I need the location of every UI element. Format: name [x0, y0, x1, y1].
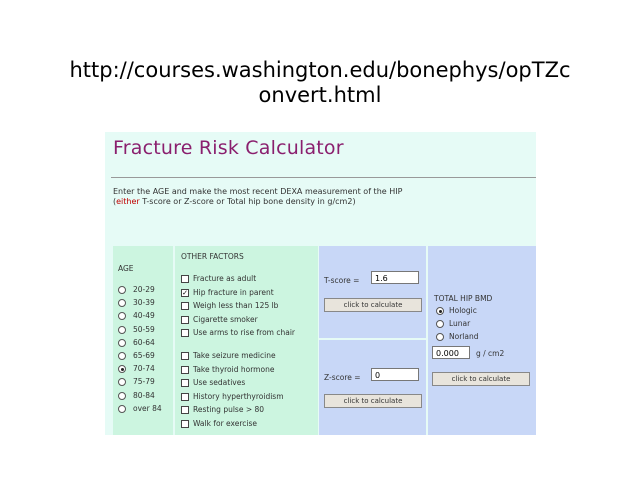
calculator-screenshot: Fracture Risk Calculator Enter the AGE a… — [105, 132, 536, 435]
slide-title: http://courses.washington.edu/bonephys/o… — [0, 58, 640, 108]
age-option-label: over 84 — [133, 403, 162, 413]
risk-factors-panel: OTHER FACTORS Fracture as adult ✓ Hip frac… — [175, 246, 318, 435]
risk-factor-label: Take thyroid hormone — [193, 364, 275, 374]
tscore-label: T-score = — [324, 276, 360, 285]
tscore-input[interactable]: 1.6 — [371, 271, 419, 284]
risk-factor-label: Fracture as adult — [193, 274, 257, 283]
risk-factor-label: Use arms to rise from chair — [193, 328, 296, 338]
risk-factor-label: Resting pulse > 80 — [193, 405, 265, 415]
instruction-emphasis: either — [116, 197, 140, 206]
title-divider — [111, 177, 536, 178]
zscore-panel: Z-score = 0 click to calculate — [319, 340, 426, 435]
risk-factor-label: History hyperthyroidism — [193, 391, 284, 401]
age-option-label: 20-29 — [133, 285, 155, 294]
bmd-units: g / cm2 — [476, 349, 505, 358]
age-radio[interactable] — [118, 391, 126, 400]
bmd-panel: TOTAL HIP BMD Hologic Lunar Norland 0.000 … — [428, 246, 536, 435]
slide-url-line1: http://courses.washington.edu/bonephys/o… — [69, 58, 571, 82]
risk-factor-checkbox[interactable] — [181, 329, 189, 338]
risk-factor-checkbox[interactable] — [181, 420, 189, 428]
age-label: AGE — [118, 264, 134, 273]
risk-factor-checkbox[interactable] — [181, 406, 189, 415]
age-radio[interactable] — [118, 352, 126, 360]
age-option-label: 70-74 — [133, 364, 155, 374]
risk-factor-checkbox[interactable] — [181, 365, 189, 374]
risk-factors-label: OTHER FACTORS — [181, 252, 244, 261]
age-option-label: 30-39 — [133, 298, 155, 308]
bmd-machine-radio[interactable] — [436, 307, 444, 315]
zscore-calculate-button[interactable]: click to calculate — [324, 394, 422, 408]
risk-factor-checkbox[interactable] — [181, 352, 189, 360]
risk-factor-checkbox[interactable] — [181, 302, 189, 311]
tscore-calculate-button[interactable]: click to calculate — [324, 298, 422, 312]
zscore-label: Z-score = — [324, 373, 361, 382]
age-radio[interactable] — [118, 286, 126, 294]
age-option-label: 50-59 — [133, 324, 155, 334]
age-radio[interactable] — [118, 378, 126, 387]
risk-factor-checkbox[interactable] — [181, 392, 189, 401]
risk-factor-label: Hip fracture in parent — [193, 287, 274, 297]
age-panel: AGE 20-29 30-39 40-49 50-59 60-64 65-69 70-74 7… — [113, 246, 173, 435]
bmd-machine-label: Norland — [449, 332, 479, 341]
zscore-input[interactable]: 0 — [371, 368, 419, 381]
age-option-label: 80-84 — [133, 390, 155, 400]
age-radio[interactable] — [118, 299, 126, 308]
risk-factor-label: Cigarette smoker — [193, 314, 258, 324]
risk-factor-label: Take seizure medicine — [193, 351, 276, 360]
risk-factor-checkbox[interactable]: ✓ — [181, 288, 189, 297]
bmd-machine-label: Hologic — [449, 306, 477, 315]
risk-factor-label: Weigh less than 125 lb — [193, 301, 279, 311]
age-radio[interactable] — [118, 325, 126, 334]
age-option-label: 75-79 — [133, 377, 155, 387]
risk-factor-checkbox[interactable] — [181, 379, 189, 388]
instruction-line2: (either T-score or Z-score or Total hip … — [113, 197, 356, 206]
age-option-label: 65-69 — [133, 351, 155, 360]
age-option-label: 40-49 — [133, 311, 155, 321]
age-radio[interactable] — [118, 365, 126, 374]
calculator-title: Fracture Risk Calculator — [113, 137, 344, 159]
age-radio[interactable] — [118, 338, 126, 347]
bmd-machine-label: Lunar — [449, 319, 471, 328]
bmd-input[interactable]: 0.000 — [432, 346, 470, 359]
risk-factor-checkbox[interactable] — [181, 315, 189, 324]
instruction-line1: Enter the AGE and make the most recent D… — [113, 187, 403, 196]
bmd-machine-radio[interactable] — [436, 333, 444, 341]
risk-factor-label: Walk for exercise — [193, 419, 257, 428]
slide-url-line2: onvert.html — [258, 83, 382, 107]
risk-factor-label: Use sedatives — [193, 378, 246, 388]
bmd-calculate-button[interactable]: click to calculate — [432, 372, 530, 386]
bmd-label: TOTAL HIP BMD — [434, 294, 493, 303]
age-radio[interactable] — [118, 312, 126, 321]
tscore-panel: T-score = 1.6 click to calculate — [319, 246, 426, 338]
age-radio[interactable] — [118, 404, 126, 413]
age-option-label: 60-64 — [133, 337, 155, 347]
instruction-rest: T-score or Z-score or Total hip bone den… — [139, 197, 356, 206]
bmd-machine-radio[interactable] — [436, 320, 444, 328]
risk-factor-checkbox[interactable] — [181, 275, 189, 283]
